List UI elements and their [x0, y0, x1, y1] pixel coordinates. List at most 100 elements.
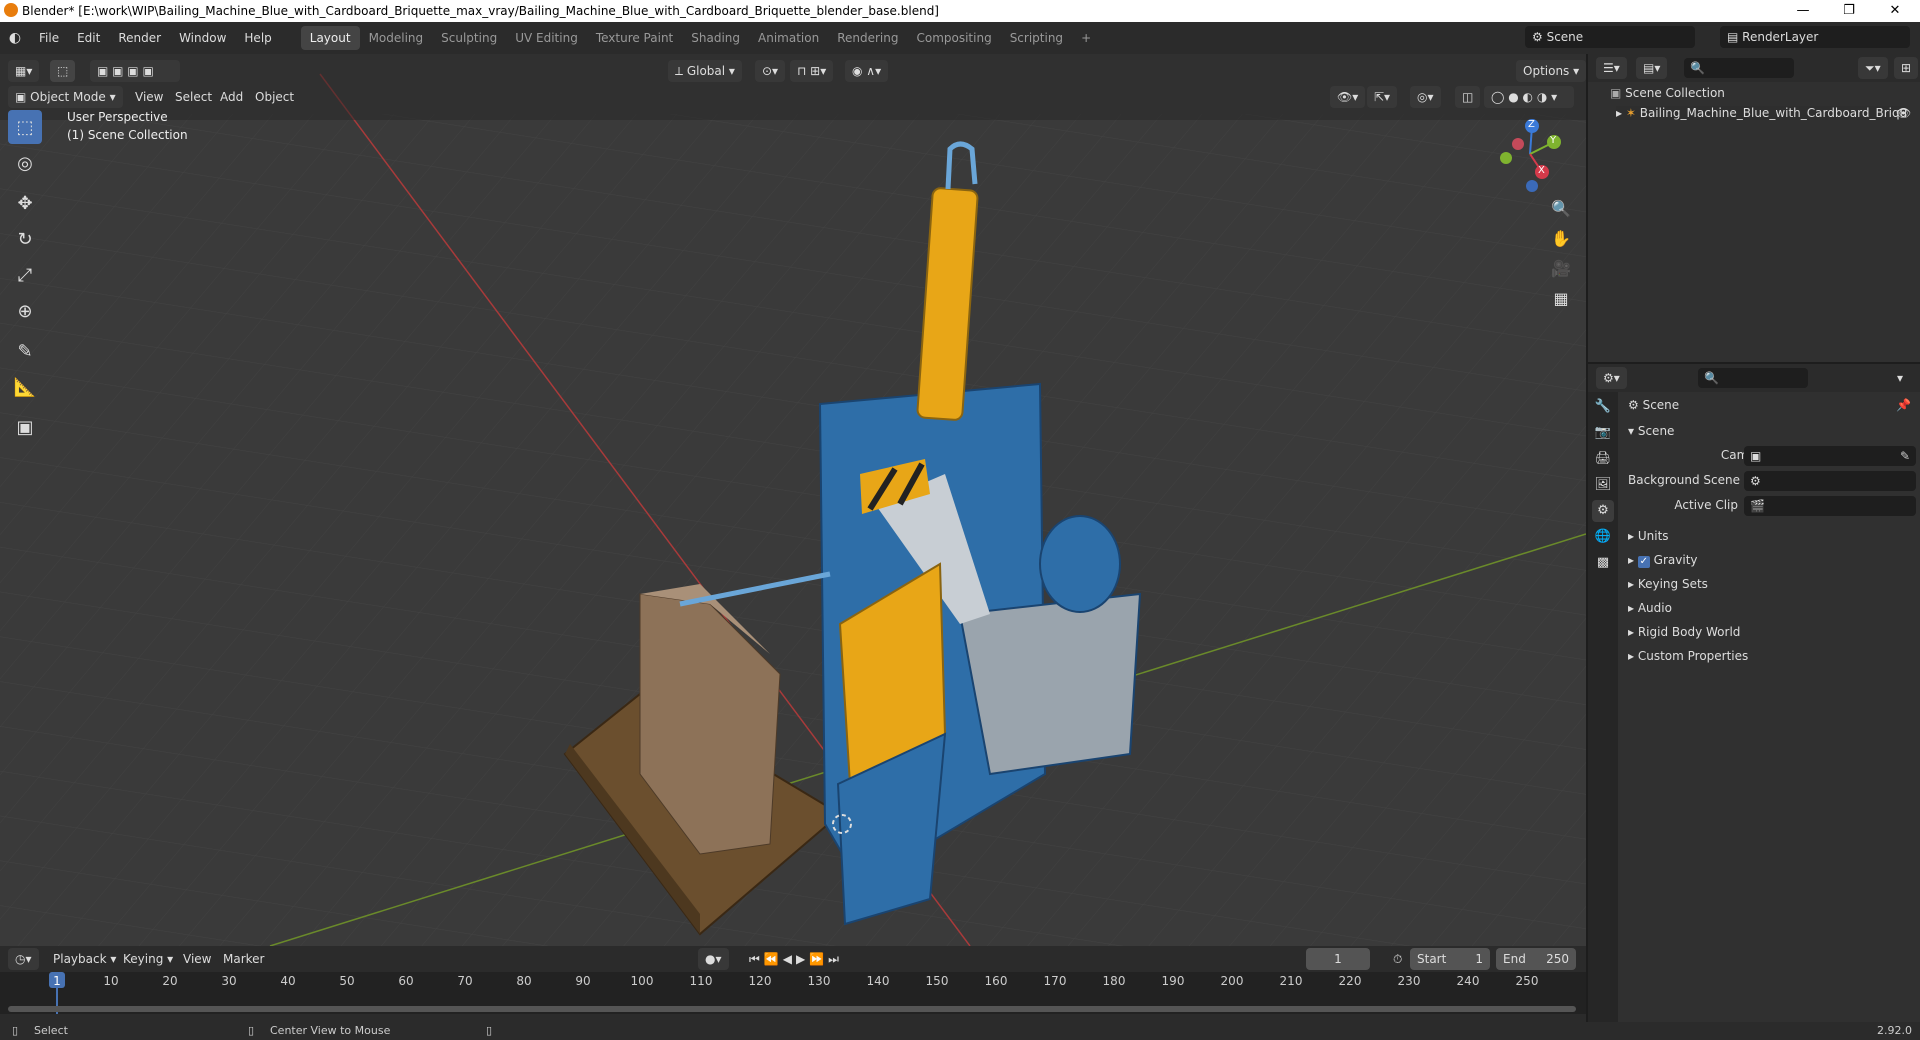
close-button[interactable]: ✕ [1872, 0, 1918, 22]
menu-view[interactable]: View [128, 86, 170, 108]
menu-edit[interactable]: Edit [68, 22, 109, 54]
overlays-icon[interactable]: ◎▾ [1410, 86, 1441, 108]
proportional-edit-icon[interactable]: ◉ ∧▾ [845, 60, 889, 82]
tab-modeling[interactable]: Modeling [360, 26, 433, 50]
outliner-editor-icon[interactable]: ☰▾ [1596, 57, 1627, 79]
scene-tab-icon[interactable]: ⚙ [1592, 500, 1614, 522]
visibility-eye-icon[interactable]: 👁 [1896, 106, 1911, 120]
timeline-editor-icon[interactable]: ◷▾ [8, 948, 39, 970]
tab-rendering[interactable]: Rendering [828, 26, 907, 50]
tab-shading[interactable]: Shading [682, 26, 749, 50]
add-workspace-icon[interactable]: + [1072, 26, 1100, 50]
menu-add[interactable]: Add [213, 86, 250, 108]
background-scene-field[interactable]: ⚙ [1744, 471, 1916, 491]
menu-playback[interactable]: Playback ▾ [46, 948, 123, 970]
panel-gravity[interactable]: ▸ ✓ Gravity [1628, 553, 1698, 568]
zoom-icon[interactable]: 🔍 [1548, 194, 1574, 224]
expand-arrow-icon[interactable]: ▸ [1616, 106, 1626, 120]
3d-viewport[interactable]: ▦▾ ⬚ ▣ ▣ ▣ ▣ ⟂ Global ▾ ⊙▾ ⊓ ⊞▾ ◉ ∧▾ Opt… [0, 54, 1586, 946]
tab-compositing[interactable]: Compositing [907, 26, 1000, 50]
menu-marker[interactable]: Marker [216, 948, 271, 970]
output-tab-icon[interactable]: 🖨 [1592, 448, 1614, 470]
panel-units[interactable]: ▸ Units [1628, 529, 1669, 543]
move-tool-icon[interactable]: ✥ [8, 186, 42, 220]
eyedropper-icon[interactable]: ✎ [1900, 446, 1910, 466]
panel-custom-properties[interactable]: ▸ Custom Properties [1628, 649, 1748, 663]
display-mode-icon[interactable]: ▤▾ [1636, 57, 1668, 79]
editor-type-icon[interactable]: ▦▾ [8, 60, 40, 82]
outliner-search-input[interactable]: 🔍 [1684, 58, 1794, 78]
texture-tab-icon[interactable]: ▩ [1592, 552, 1614, 574]
view-layer-tab-icon[interactable]: 🖼 [1592, 474, 1614, 496]
menu-select[interactable]: Select [168, 86, 219, 108]
panel-rigid-body-world[interactable]: ▸ Rigid Body World [1628, 625, 1740, 639]
record-icon[interactable]: ●▾ [698, 948, 729, 970]
timeline-scrollbar[interactable] [8, 1006, 1576, 1012]
xray-icon[interactable]: ◫ [1455, 86, 1481, 108]
new-collection-icon[interactable]: ⊞ [1894, 57, 1919, 79]
tab-scripting[interactable]: Scripting [1001, 26, 1072, 50]
pivot-point-icon[interactable]: ⊙▾ [755, 60, 786, 82]
scene-selector[interactable]: ⚙ Scene [1525, 26, 1695, 48]
scale-tool-icon[interactable]: ⤢ [8, 258, 42, 292]
shading-mode-icons[interactable]: ◯ ● ◐ ◑ ▾ [1484, 86, 1574, 108]
render-tab-icon[interactable]: 📷 [1592, 422, 1614, 444]
panel-audio[interactable]: ▸ Audio [1628, 601, 1672, 615]
mode-selector[interactable]: ▣ Object Mode ▾ [8, 86, 123, 108]
properties-search-input[interactable]: 🔍 [1698, 368, 1808, 388]
selection-mode-icons[interactable]: ▣ ▣ ▣ ▣ [90, 60, 180, 82]
start-frame-field[interactable]: Start 1 [1410, 948, 1490, 970]
annotate-tool-icon[interactable]: ✎ [8, 334, 42, 368]
pin-icon[interactable]: 📌 [1896, 398, 1911, 412]
menu-help[interactable]: Help [235, 22, 280, 54]
camera-field[interactable]: ▣ ✎ [1744, 446, 1916, 466]
use-preview-range-icon[interactable]: ⏱ [1386, 948, 1409, 970]
measure-tool-icon[interactable]: 📐 [8, 370, 42, 404]
menu-render[interactable]: Render [109, 22, 170, 54]
playback-controls[interactable]: ⏮⏪◀▶⏩⏭ [742, 948, 850, 970]
panel-keying-sets[interactable]: ▸ Keying Sets [1628, 577, 1708, 591]
pan-hand-icon[interactable]: ✋ [1548, 224, 1574, 254]
transform-tool-icon[interactable]: ⊕ [8, 294, 42, 328]
filter-icon[interactable]: ⏷▾ [1858, 57, 1888, 79]
select-tool-icon[interactable]: ⬚ [8, 110, 42, 144]
gizmo-z-label: Z [1528, 119, 1535, 130]
select-box-icon[interactable]: ⬚ [50, 60, 76, 82]
minimize-button[interactable]: — [1780, 0, 1826, 22]
gizmo-toggle-icon[interactable]: ⇱▾ [1367, 86, 1398, 108]
tab-animation[interactable]: Animation [749, 26, 828, 50]
options-button[interactable]: Options ▾ [1516, 60, 1586, 82]
maximize-button[interactable]: ❐ [1826, 0, 1872, 22]
tab-layout[interactable]: Layout [300, 26, 360, 50]
grid-view-icon[interactable]: ▦ [1548, 284, 1574, 314]
tab-uv-editing[interactable]: UV Editing [506, 26, 587, 50]
add-cube-tool-icon[interactable]: ▣ [8, 410, 42, 444]
world-tab-icon[interactable]: 🌐 [1592, 526, 1614, 548]
menu-window[interactable]: Window [170, 22, 235, 54]
menu-timeline-view[interactable]: View [176, 948, 218, 970]
menu-file[interactable]: File [30, 22, 68, 54]
rotate-tool-icon[interactable]: ↻ [8, 222, 42, 256]
navigation-gizmo[interactable]: Z Y X [1490, 114, 1570, 194]
end-frame-field[interactable]: End 250 [1496, 948, 1576, 970]
outliner-scene-collection[interactable]: ▣ Scene Collection [1610, 86, 1725, 100]
blender-menu-icon[interactable]: ◐ [0, 30, 30, 46]
menu-keying[interactable]: Keying ▾ [116, 948, 180, 970]
properties-editor-icon[interactable]: ⚙▾ [1596, 367, 1627, 389]
tool-tab-icon[interactable]: 🔧 [1592, 396, 1614, 418]
transform-orientation[interactable]: ⟂ Global ▾ [668, 60, 742, 82]
gravity-checkbox[interactable]: ✓ [1637, 556, 1650, 568]
visibility-icon[interactable]: 👁▾ [1330, 86, 1366, 108]
scene-section-header[interactable]: ▾ Scene [1628, 424, 1674, 438]
cursor-tool-icon[interactable]: ◎ [8, 146, 42, 180]
snap-icon[interactable]: ⊓ ⊞▾ [790, 60, 834, 82]
outliner-item[interactable]: ▸ ✶ Bailing_Machine_Blue_with_Cardboard_… [1616, 106, 1906, 120]
current-frame-field[interactable]: 1 [1306, 948, 1370, 970]
render-layer-selector[interactable]: ▤ RenderLayer [1720, 26, 1910, 48]
properties-options-icon[interactable]: ▾ [1890, 367, 1910, 389]
tab-sculpting[interactable]: Sculpting [432, 26, 506, 50]
tab-texture-paint[interactable]: Texture Paint [587, 26, 682, 50]
active-clip-field[interactable]: 🎬 [1744, 496, 1916, 516]
camera-view-icon[interactable]: 🎥 [1548, 254, 1574, 284]
menu-object[interactable]: Object [248, 86, 301, 108]
